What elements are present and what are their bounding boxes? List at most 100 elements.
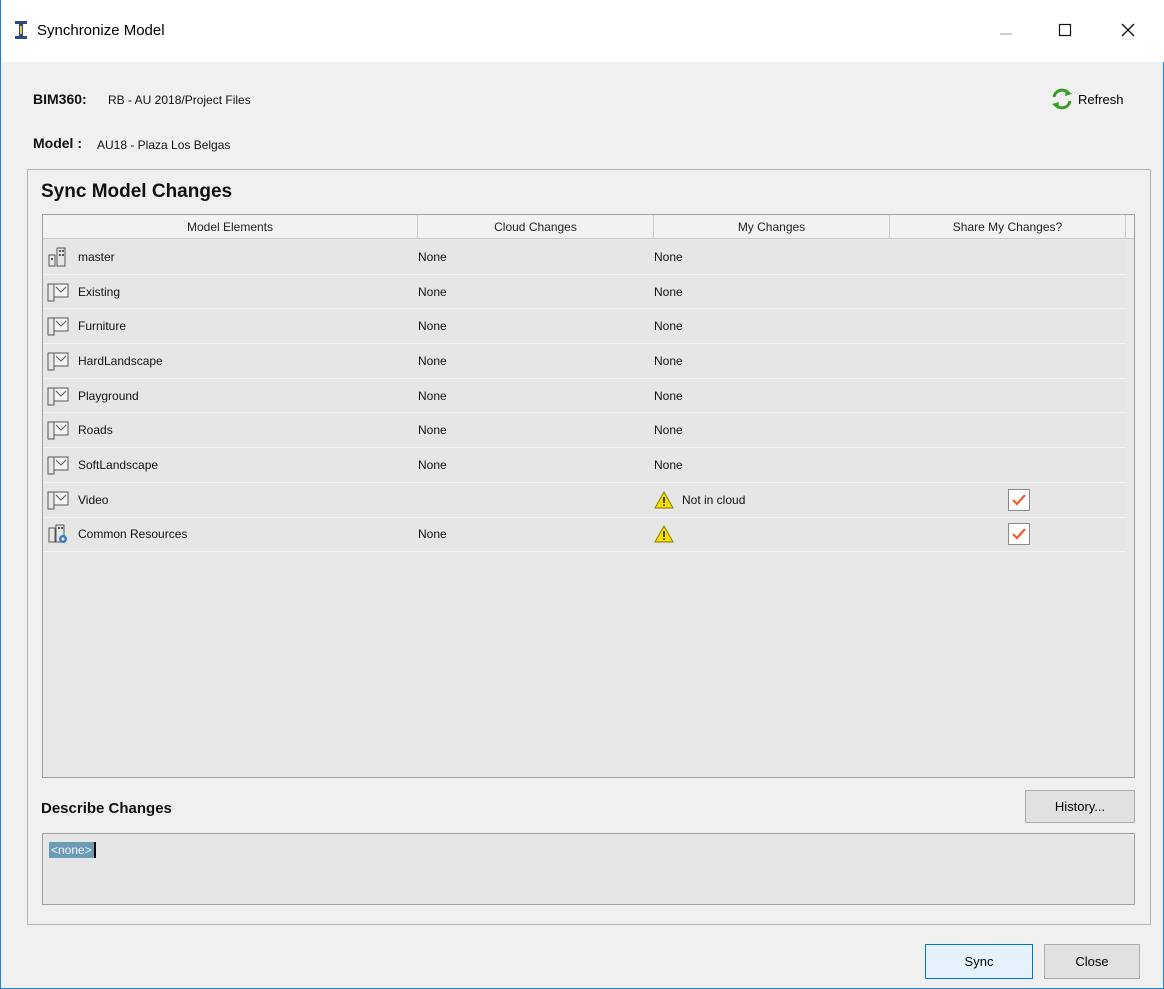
table-row[interactable]: Playground None None <box>43 378 1126 414</box>
sync-button[interactable]: Sync <box>925 944 1033 979</box>
warning-icon <box>654 490 674 509</box>
section-title: Sync Model Changes <box>41 181 233 202</box>
cell-my-changes: None <box>653 240 889 274</box>
cell-cloud-changes <box>417 483 653 517</box>
my-changes-text: None <box>654 388 683 403</box>
model-icon <box>47 351 69 371</box>
app-icon <box>15 21 27 39</box>
element-name: Video <box>78 492 109 507</box>
cell-model-element: master <box>43 240 417 274</box>
cell-model-element: Playground <box>43 379 417 413</box>
element-name: master <box>78 249 115 264</box>
my-changes-text: None <box>654 319 683 334</box>
cell-my-changes: None <box>653 379 889 413</box>
cell-my-changes: None <box>653 309 889 343</box>
cell-cloud-changes: None <box>418 388 447 403</box>
model-icon <box>47 455 69 475</box>
element-name: Existing <box>78 284 121 299</box>
column-cloud-changes[interactable]: Cloud Changes <box>418 215 654 239</box>
cell-my-changes: None <box>653 448 889 482</box>
cell-model-element: Existing <box>43 275 417 309</box>
my-changes-text: None <box>654 353 683 368</box>
bim360-value: RB - AU 2018/Project Files <box>108 93 251 107</box>
refresh-label: Refresh <box>1078 91 1124 107</box>
cell-my-changes: Not in cloud <box>653 483 889 517</box>
minimize-button[interactable] <box>983 14 1029 46</box>
table-row[interactable]: Existing None None <box>43 274 1126 310</box>
model-icon <box>47 386 69 406</box>
synchronize-model-window: Synchronize Model BIM360: RB - AU 2018/P… <box>0 0 1164 989</box>
cell-model-element: Common Resources <box>43 518 417 552</box>
close-window-button[interactable] <box>1105 14 1151 46</box>
close-button[interactable]: Close <box>1044 944 1140 979</box>
cell-cloud-changes: None <box>418 319 447 334</box>
table-header: Model Elements Cloud Changes My Changes … <box>43 215 1134 239</box>
history-button[interactable]: History... <box>1025 790 1135 823</box>
element-name: HardLandscape <box>78 353 163 368</box>
maximize-button[interactable] <box>1042 14 1088 46</box>
refresh-button[interactable]: Refresh <box>1050 87 1124 111</box>
share-checkbox[interactable] <box>1007 488 1030 511</box>
cell-my-changes <box>653 518 889 552</box>
building-icon <box>47 247 69 267</box>
my-changes-text: None <box>654 457 683 472</box>
cell-share-my-changes <box>889 275 1126 309</box>
cell-share-my-changes <box>889 518 1126 552</box>
cell-my-changes: None <box>653 413 889 447</box>
cell-share-my-changes <box>889 379 1126 413</box>
my-changes-text: None <box>654 284 683 299</box>
cell-share-my-changes <box>889 448 1126 482</box>
describe-changes-input[interactable]: <none> <box>42 833 1135 905</box>
cell-share-my-changes <box>889 483 1126 517</box>
cell-my-changes: None <box>653 275 889 309</box>
cell-cloud-changes: None <box>418 249 447 264</box>
cell-share-my-changes <box>889 309 1126 343</box>
table-row[interactable]: Video Not in cloud <box>43 482 1126 518</box>
model-changes-table: Model Elements Cloud Changes My Changes … <box>42 214 1135 778</box>
describe-changes-text: <none> <box>49 842 96 858</box>
element-name: Playground <box>78 388 139 403</box>
cell-model-element: Video <box>43 483 417 517</box>
table-row[interactable]: Common Resources None <box>43 517 1126 553</box>
refresh-icon <box>1052 88 1072 110</box>
column-my-changes[interactable]: My Changes <box>654 215 890 239</box>
model-icon <box>47 490 69 510</box>
cell-cloud-changes: None <box>418 457 447 472</box>
table-row[interactable]: SoftLandscape None None <box>43 448 1126 483</box>
my-changes-text: Not in cloud <box>682 492 746 507</box>
cell-share-my-changes <box>889 344 1126 378</box>
table-row[interactable]: Furniture None None <box>43 309 1126 345</box>
bim360-label: BIM360: <box>33 91 87 107</box>
element-name: SoftLandscape <box>78 457 159 472</box>
minimize-icon <box>1000 33 1012 35</box>
maximize-icon <box>1058 23 1072 37</box>
model-icon <box>47 282 69 302</box>
cell-cloud-changes: None <box>418 284 447 299</box>
table-body: master None None Existing None None Furniture N… <box>43 240 1126 553</box>
table-row[interactable]: master None None <box>43 240 1126 275</box>
element-name: Common Resources <box>78 527 188 542</box>
warning-icon <box>654 525 674 543</box>
cell-cloud-changes: None <box>418 423 447 438</box>
model-icon <box>47 420 69 440</box>
model-icon <box>47 316 69 336</box>
table-row[interactable]: HardLandscape None None <box>43 344 1126 379</box>
cell-cloud-changes: None <box>418 353 447 368</box>
cell-model-element: HardLandscape <box>43 344 417 378</box>
resources-icon <box>47 524 69 544</box>
column-share-my-changes[interactable]: Share My Changes? <box>890 215 1126 239</box>
checkmark-icon <box>1011 492 1027 508</box>
share-checkbox[interactable] <box>1007 523 1030 546</box>
close-icon <box>1121 23 1135 37</box>
cell-model-element: Furniture <box>43 309 417 343</box>
cell-cloud-changes: None <box>418 527 447 542</box>
describe-changes-label: Describe Changes <box>41 800 172 817</box>
model-label: Model : <box>33 135 82 151</box>
model-value: AU18 - Plaza Los Belgas <box>97 138 231 152</box>
title-bar: Synchronize Model <box>1 0 1164 62</box>
element-name: Roads <box>78 423 113 438</box>
cell-model-element: Roads <box>43 413 417 447</box>
column-model-elements[interactable]: Model Elements <box>43 215 418 239</box>
my-changes-text: None <box>654 423 683 438</box>
table-row[interactable]: Roads None None <box>43 413 1126 449</box>
